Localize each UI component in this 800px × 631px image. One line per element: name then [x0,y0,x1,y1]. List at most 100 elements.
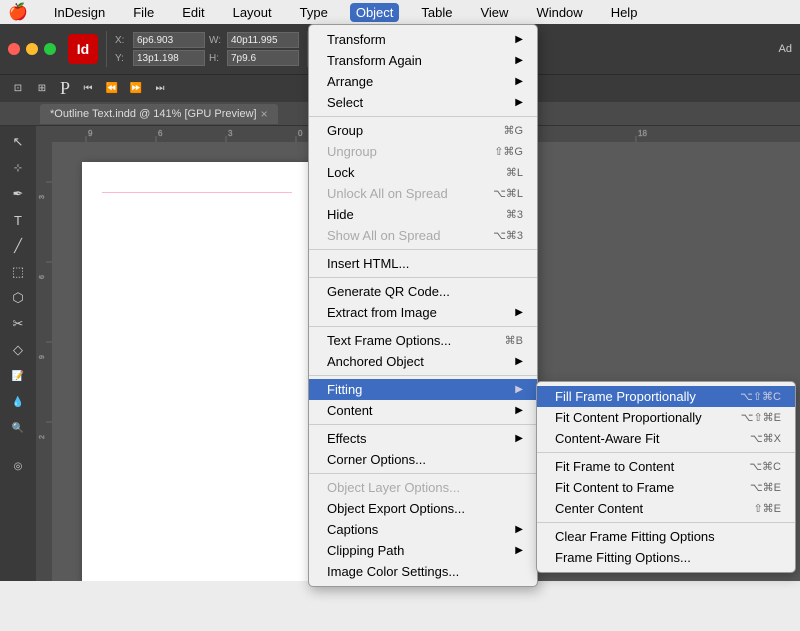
menu-insert-html[interactable]: Insert HTML... [309,253,537,274]
y-input[interactable] [133,50,205,66]
menu-object[interactable]: Object [350,3,400,22]
menu-hide[interactable]: Hide ⌘3 [309,204,537,225]
separator-1 [309,116,537,117]
svg-text:0: 0 [298,129,303,138]
nav-end-icon[interactable]: ⏭ [150,79,170,99]
eyedropper-tool[interactable]: 💧 [6,390,30,414]
pen-tool[interactable]: ✒ [6,182,30,206]
close-button[interactable] [8,43,20,55]
note-tool[interactable]: 📝 [6,364,30,388]
submenu-clear-frame-fitting-options[interactable]: Clear Frame Fitting Options [537,526,795,547]
gradient-tool[interactable]: ◇ [6,338,30,362]
w-input[interactable] [227,32,299,48]
nav-start-icon[interactable]: ⏮ [78,79,98,99]
submenu-center-content[interactable]: Center Content ⇧⌘E [537,498,795,519]
menu-select[interactable]: Select ▶ [309,92,537,113]
submenu-arrow: ▶ [515,76,523,87]
submenu-fit-content-to-frame[interactable]: Fit Content to Frame ⌥⌘E [537,477,795,498]
submenu-fill-frame-proportionally[interactable]: Fill Frame Proportionally ⌥⇧⌘C [537,386,795,407]
submenu-separator-1 [537,452,795,453]
shape-tool[interactable]: ⬡ [6,286,30,310]
nav-prev-icon[interactable]: ⏪ [102,79,122,99]
menu-captions[interactable]: Captions ▶ [309,519,537,540]
nav-next-icon[interactable]: ⏩ [126,79,146,99]
document-page [82,162,312,581]
x-input[interactable] [133,32,205,48]
menu-corner-options[interactable]: Corner Options... [309,449,537,470]
maximize-button[interactable] [44,43,56,55]
menu-indesign[interactable]: InDesign [48,3,111,22]
separator-7 [309,473,537,474]
apple-menu[interactable]: 🍎 [8,2,28,22]
submenu-arrow: ▶ [515,433,523,444]
menu-object-layer-options[interactable]: Object Layer Options... [309,477,537,498]
menu-table[interactable]: Table [415,3,458,22]
h-input[interactable] [227,50,299,66]
submenu-arrow: ▶ [515,356,523,367]
menu-extract-image[interactable]: Extract from Image ▶ [309,302,537,323]
fill-stroke-icon[interactable]: ◎ [6,454,30,478]
submenu-arrow: ▶ [515,405,523,416]
object-menu: Transform ▶ Transform Again ▶ Arrange ▶ … [308,24,538,587]
svg-text:2: 2 [39,435,46,439]
menu-group[interactable]: Group ⌘G [309,120,537,141]
svg-text:3: 3 [39,195,46,199]
zoom-tool[interactable]: 🔍 [6,416,30,440]
svg-text:18: 18 [638,129,647,138]
position-inputs: X: W: Y: H: [115,32,299,66]
menu-layout[interactable]: Layout [227,3,278,22]
grid-icon[interactable]: ⊞ [32,79,52,99]
menu-text-frame-options[interactable]: Text Frame Options... ⌘B [309,330,537,351]
menu-image-color-settings[interactable]: Image Color Settings... [309,561,537,582]
app-title: Ad [779,43,792,55]
menu-transform-again[interactable]: Transform Again ▶ [309,50,537,71]
menu-edit[interactable]: Edit [176,3,210,22]
submenu-arrow: ▶ [515,524,523,535]
submenu-arrow: ▶ [515,307,523,318]
menu-view[interactable]: View [474,3,514,22]
direct-select-tool[interactable]: ⊹ [6,156,30,180]
menu-show-all[interactable]: Show All on Spread ⌥⌘3 [309,225,537,246]
type-tool[interactable]: T [6,208,30,232]
menu-unlock-all[interactable]: Unlock All on Spread ⌥⌘L [309,183,537,204]
divider-1 [106,31,107,67]
tab-label: *Outline Text.indd @ 141% [GPU Preview] [50,108,257,120]
menu-help[interactable]: Help [605,3,644,22]
submenu-fit-frame-to-content[interactable]: Fit Frame to Content ⌥⌘C [537,456,795,477]
minimize-button[interactable] [26,43,38,55]
svg-text:6: 6 [39,275,46,279]
menu-fitting[interactable]: Fitting ▶ [309,379,537,400]
submenu-frame-fitting-options[interactable]: Frame Fitting Options... [537,547,795,568]
submenu-fit-content-proportionally[interactable]: Fit Content Proportionally ⌥⇧⌘E [537,407,795,428]
menu-type[interactable]: Type [294,3,334,22]
menu-transform[interactable]: Transform ▶ [309,29,537,50]
menu-generate-qr[interactable]: Generate QR Code... [309,281,537,302]
menu-arrange[interactable]: Arrange ▶ [309,71,537,92]
svg-text:9: 9 [39,355,46,359]
submenu-arrow: ▶ [515,55,523,66]
select-all-icon[interactable]: ⊡ [8,79,28,99]
menu-ungroup[interactable]: Ungroup ⇧⌘G [309,141,537,162]
tab-close-icon[interactable]: × [261,107,268,121]
frame-tool[interactable]: ⬚ [6,260,30,284]
select-tool[interactable]: ↖ [6,130,30,154]
menu-anchored-object[interactable]: Anchored Object ▶ [309,351,537,372]
submenu-content-aware-fit[interactable]: Content-Aware Fit ⌥⌘X [537,428,795,449]
menu-clipping-path[interactable]: Clipping Path ▶ [309,540,537,561]
menu-window[interactable]: Window [530,3,588,22]
menu-effects[interactable]: Effects ▶ [309,428,537,449]
menu-content[interactable]: Content ▶ [309,400,537,421]
y-label: Y: [115,53,129,64]
line-tool[interactable]: ╱ [6,234,30,258]
h-label: H: [209,53,223,64]
window-controls [8,43,56,55]
svg-text:6: 6 [158,129,163,138]
menu-file[interactable]: File [127,3,160,22]
submenu-arrow: ▶ [515,34,523,45]
menu-object-export-options[interactable]: Object Export Options... [309,498,537,519]
w-label: W: [209,35,223,46]
document-tab[interactable]: *Outline Text.indd @ 141% [GPU Preview] … [40,104,278,124]
fitting-submenu: Fill Frame Proportionally ⌥⇧⌘C Fit Conte… [536,381,796,573]
scissors-tool[interactable]: ✂ [6,312,30,336]
menu-lock[interactable]: Lock ⌘L [309,162,537,183]
